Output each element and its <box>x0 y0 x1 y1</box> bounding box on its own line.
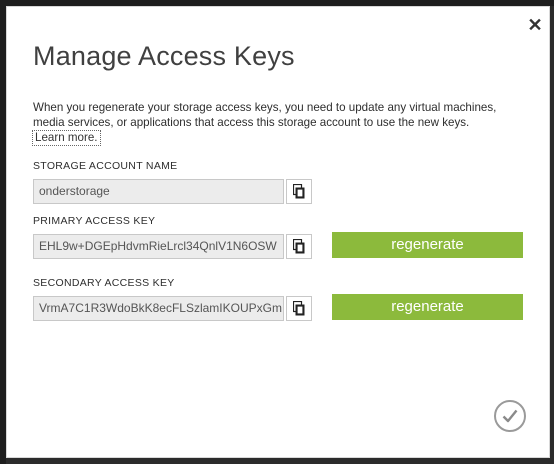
close-icon[interactable]: ✕ <box>525 15 545 35</box>
copy-icon <box>293 301 305 316</box>
copy-account-name-button[interactable] <box>286 179 312 204</box>
confirm-button[interactable] <box>494 400 526 432</box>
copy-icon <box>293 239 305 254</box>
copy-icon <box>293 184 305 199</box>
regenerate-primary-button[interactable]: regenerate <box>332 232 523 258</box>
learn-more-link[interactable]: Learn more. <box>32 130 101 146</box>
learn-more-suffix: . <box>94 131 98 144</box>
regenerate-secondary-button[interactable]: regenerate <box>332 294 523 320</box>
dialog-title: Manage Access Keys <box>33 41 295 71</box>
manage-access-keys-dialog: ✕ Manage Access Keys When you regenerate… <box>6 6 550 458</box>
learn-more-label: Learn more <box>35 131 95 144</box>
primary-access-key-field[interactable]: EHL9w+DGEpHdvmRieLrcl34QnlV1N6OSW <box>33 234 284 259</box>
copy-secondary-key-button[interactable] <box>286 296 312 321</box>
copy-primary-key-button[interactable] <box>286 234 312 259</box>
checkmark-icon <box>502 409 518 423</box>
secondary-access-key-label: SECONDARY ACCESS KEY <box>33 277 175 289</box>
secondary-access-key-field[interactable]: VrmA7C1R3WdoBkK8ecFLSzlamIKOUPxGm <box>33 296 284 321</box>
storage-account-name-field[interactable]: onderstorage <box>33 179 284 204</box>
storage-account-name-label: STORAGE ACCOUNT NAME <box>33 160 178 172</box>
primary-access-key-label: PRIMARY ACCESS KEY <box>33 215 156 227</box>
dialog-description: When you regenerate your storage access … <box>33 101 497 129</box>
